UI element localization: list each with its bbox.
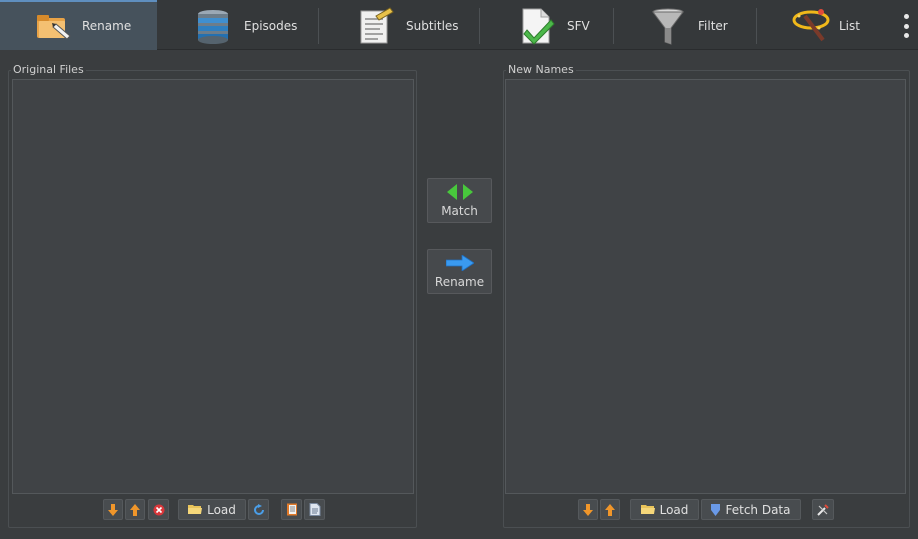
move-up-button[interactable] [600,499,620,520]
tab-sfv[interactable]: SFV [519,2,590,50]
tab-subtitles[interactable]: Subtitles [358,2,459,50]
tab-separator [613,8,614,44]
tab-list-label: List [839,19,860,33]
match-arrows-icon [446,183,473,200]
tab-separator [756,8,757,44]
original-files-list[interactable] [12,79,414,494]
rename-label: Rename [434,274,485,289]
move-up-button[interactable] [125,499,145,520]
more-options-icon[interactable] [902,14,910,38]
preferences-button[interactable] [812,499,834,520]
document-icon [309,503,320,516]
load-files-label: Load [207,502,236,517]
new-names-title: New Names [506,63,576,76]
fetch-data-label: Fetch Data [725,502,791,517]
tab-rename-label: Rename [82,19,132,33]
tab-separator [318,8,319,44]
tab-separator [479,8,480,44]
tab-list[interactable]: List [791,2,860,50]
subtitles-icon [358,6,398,46]
export-list-button[interactable] [304,499,325,520]
filter-icon [650,6,690,46]
move-down-button[interactable] [578,499,598,520]
tab-filter[interactable]: Filter [650,2,728,50]
load-names-label: Load [659,502,689,517]
rename-button[interactable]: Rename [427,249,492,294]
move-down-button[interactable] [103,499,123,520]
tab-episodes[interactable]: Episodes [196,2,297,50]
fetch-data-button[interactable]: Fetch Data [701,499,801,520]
match-label: Match [441,203,478,218]
shield-icon [711,503,721,516]
remove-icon [153,504,164,515]
rename-icon [34,6,74,46]
match-button[interactable]: Match [427,178,492,223]
list-icon [791,6,831,46]
new-names-list[interactable] [505,79,906,494]
sfv-icon [519,6,559,46]
refresh-icon [253,503,264,515]
load-names-button[interactable]: Load [630,499,699,520]
folder-icon [188,505,203,514]
original-files-title: Original Files [11,63,86,76]
refresh-button[interactable] [248,499,269,520]
tab-episodes-label: Episodes [244,19,298,33]
arrow-up-icon [130,503,140,516]
episodes-icon [196,6,236,46]
tab-bar: Rename Episodes Subtitles SFV Filter Lis… [0,0,918,50]
arrow-down-icon [108,503,118,516]
tab-sfv-label: SFV [567,19,590,33]
tab-subtitles-label: Subtitles [406,19,459,33]
tools-icon [817,503,829,516]
tab-rename[interactable]: Rename [0,0,157,50]
folder-icon [640,505,655,514]
open-list-button[interactable] [281,499,302,520]
load-files-button[interactable]: Load [178,499,246,520]
arrow-up-icon [605,503,615,516]
tab-filter-label: Filter [698,19,728,33]
arrow-down-icon [583,503,593,516]
remove-button[interactable] [148,499,169,520]
arrow-right-icon [445,254,474,271]
book-icon [286,503,297,516]
